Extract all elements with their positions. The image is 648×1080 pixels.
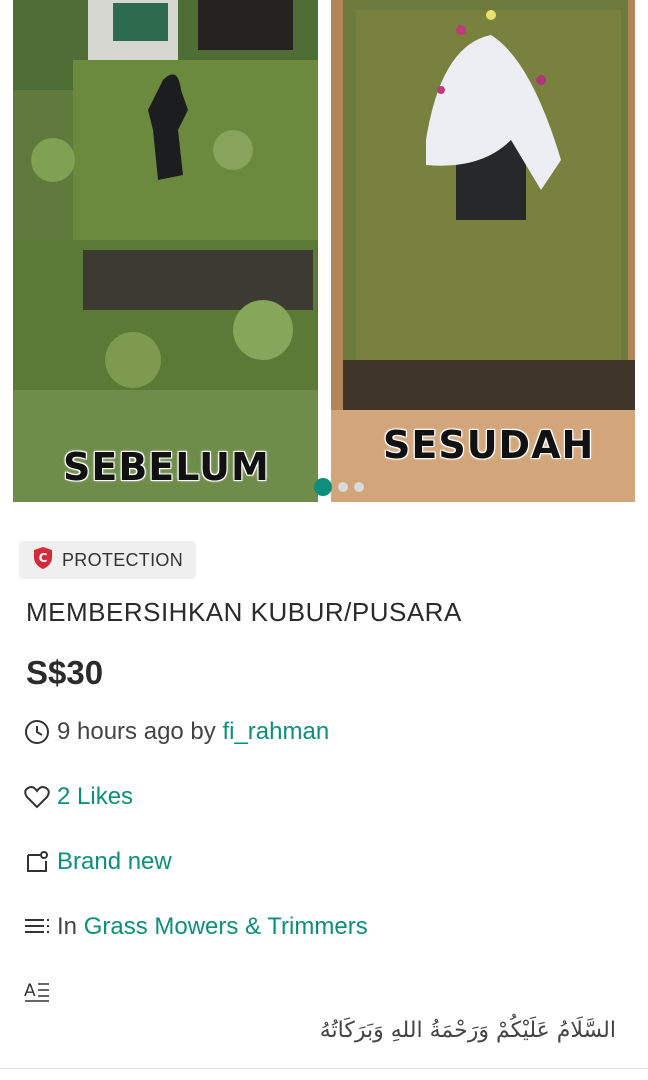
listing-title: MEMBERSIHKAN KUBUR/PUSARA	[26, 597, 462, 627]
seller-link[interactable]: fi_rahman	[222, 718, 329, 746]
category-prefix: In	[57, 913, 84, 940]
description-text: السَّلَامُ عَلَيْكُمْ وَرَحْمَةُ اللهِ و…	[319, 1018, 616, 1043]
translate-icon[interactable]: A	[24, 978, 50, 1004]
carousel-dot-3[interactable]	[354, 482, 364, 492]
listing-price: S$30	[26, 654, 104, 691]
category-link[interactable]: Grass Mowers & Trimmers	[84, 913, 368, 941]
before-photo[interactable]: SEBELUM	[13, 0, 318, 502]
list-icon	[24, 914, 50, 940]
before-label: SEBELUM	[63, 445, 270, 489]
protection-badge[interactable]: C PROTECTION	[19, 541, 197, 579]
photo-carousel[interactable]: SEBELUM SESUDAH	[0, 0, 648, 505]
condition-row: Brand new	[24, 848, 172, 876]
category-row: In Grass Mowers & Trimmers	[24, 913, 368, 941]
badge-label: PROTECTION	[62, 549, 184, 570]
clock-icon	[24, 719, 50, 745]
condition-value[interactable]: Brand new	[57, 848, 172, 876]
svg-text:C: C	[39, 551, 48, 565]
after-label: SESUDAH	[383, 423, 595, 467]
carousel-dot-2[interactable]	[338, 482, 348, 492]
shield-icon: C	[32, 546, 54, 575]
posted-time: 9 hours ago by	[57, 718, 223, 745]
tag-icon	[24, 849, 50, 875]
heart-icon[interactable]	[24, 784, 50, 810]
carousel-dots[interactable]	[314, 478, 364, 496]
translate-row[interactable]: A	[24, 978, 57, 1004]
likes-row[interactable]: 2 Likes	[24, 783, 133, 811]
likes-count[interactable]: 2 Likes	[57, 783, 133, 811]
after-photo[interactable]: SESUDAH	[331, 0, 635, 502]
divider	[0, 1068, 648, 1069]
posted-info: 9 hours ago by fi_rahman	[24, 718, 329, 746]
carousel-dot-1[interactable]	[314, 478, 332, 496]
svg-text:A: A	[24, 981, 36, 1001]
